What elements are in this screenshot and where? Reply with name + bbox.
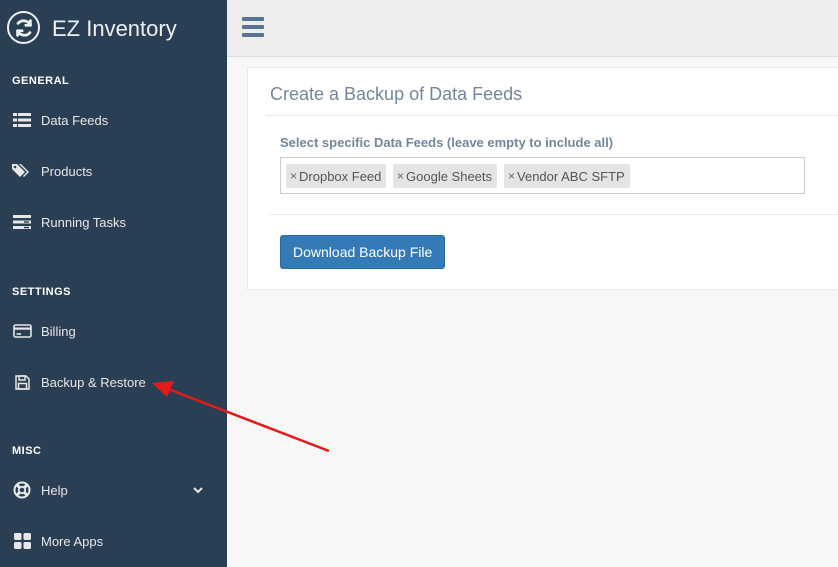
grid-icon [12,532,32,550]
chevron-down-icon[interactable] [192,484,204,496]
sidebar-item-label: Backup & Restore [41,374,146,390]
sidebar-item-label: Running Tasks [41,214,127,230]
sidebar-item-label: Products [41,163,93,179]
sidebar-item-label: Billing [41,323,76,339]
divider [269,214,838,215]
panel-title: Create a Backup of Data Feeds [270,84,523,104]
selected-tag: × Google Sheets [393,164,498,188]
selected-tag: × Vendor ABC SFTP [504,164,630,188]
sidebar-item-running-tasks[interactable]: Running Tasks [0,202,227,242]
sidebar-item-backup-restore[interactable]: Backup & Restore [0,362,227,402]
life-ring-icon [12,481,32,499]
divider [266,115,838,116]
list-icon [12,111,32,129]
sidebar-item-label: More Apps [41,533,104,549]
sidebar-item-label: Data Feeds [41,112,109,128]
app-title: EZ Inventory [52,16,177,41]
sidebar-item-label: Help [41,482,68,498]
brand[interactable]: EZ Inventory [0,0,227,57]
tags-icon [12,162,32,180]
tasks-icon [12,213,32,231]
sidebar-item-products[interactable]: Products [0,151,227,191]
tag-label: Dropbox Feed [299,168,382,184]
selected-tag: × Dropbox Feed [286,164,387,188]
credit-card-icon [12,322,32,340]
section-title-settings: SETTINGS [12,286,72,298]
sidebar-item-data-feeds[interactable]: Data Feeds [0,100,227,140]
top-nav [227,0,838,57]
remove-tag-icon[interactable]: × [397,169,404,183]
tag-label: Vendor ABC SFTP [517,168,625,184]
sidebar: EZ Inventory GENERAL Data Feeds Products [0,0,227,567]
section-title-general: GENERAL [12,75,70,87]
remove-tag-icon[interactable]: × [290,169,297,183]
backup-panel: Create a Backup of Data Feeds Select spe… [247,67,838,290]
sidebar-item-help[interactable]: Help [0,470,227,510]
section-title-misc: MISC [12,445,42,457]
remove-tag-icon[interactable]: × [508,169,515,183]
sidebar-item-more-apps[interactable]: More Apps [0,521,227,561]
data-feeds-label: Select specific Data Feeds (leave empty … [280,135,614,150]
floppy-disk-icon [12,373,32,391]
sync-icon [7,11,40,44]
data-feeds-multiselect[interactable]: × Dropbox Feed × Google Sheets × Vendor … [280,157,805,194]
download-backup-button[interactable]: Download Backup File [280,235,446,269]
sidebar-item-billing[interactable]: Billing [0,311,227,351]
tag-label: Google Sheets [406,168,493,184]
hamburger-icon[interactable] [242,17,264,37]
